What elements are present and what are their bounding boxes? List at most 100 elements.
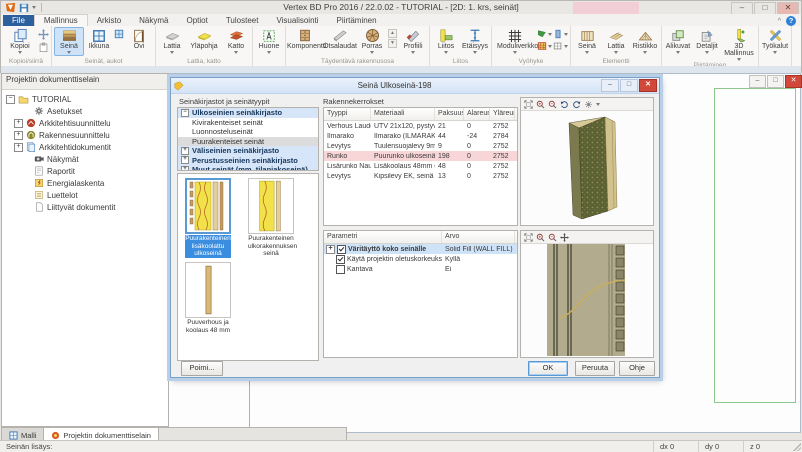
layers-table-header[interactable]: Tyyppi Materiaali Paksuus Alareuna Yläre… bbox=[324, 108, 517, 121]
komponentti-button[interactable]: Komponentti bbox=[288, 27, 322, 50]
layer-row[interactable]: LevytysKipsilevy EK, seinä ...1302752 bbox=[324, 171, 517, 181]
collapse-icon[interactable] bbox=[6, 95, 15, 104]
layer-row[interactable]: Verhous Laudoit...UTV 21x120, pystyv...2… bbox=[324, 121, 517, 131]
tree-item-arkkitehtisuunnittelu[interactable]: Arkkitehtisuunnittelu bbox=[4, 117, 166, 129]
library-item-kivirakenteiset[interactable]: Kivirakenteiset seinät bbox=[178, 118, 318, 128]
wall-type-thumbnail[interactable]: Puurakenteinen ulkorakennuksen seinä bbox=[248, 178, 294, 258]
wall-type-thumbnail[interactable]: Puurakenteinen lisäkoolattu ulkoseinä bbox=[185, 178, 231, 258]
document-restore-button[interactable]: □ bbox=[767, 75, 784, 88]
parameters-table-header[interactable]: Parametri Arvo bbox=[324, 231, 517, 244]
resize-grip[interactable] bbox=[793, 443, 801, 451]
rotate-ccw-icon[interactable] bbox=[572, 100, 581, 109]
gallery-scroll[interactable]: ▲▼ bbox=[387, 27, 398, 50]
kopioi-button[interactable]: Kopioi bbox=[3, 27, 37, 54]
render-settings-icon[interactable] bbox=[584, 100, 593, 109]
zoom-extents-icon[interactable] bbox=[524, 100, 533, 109]
porras-button[interactable]: Porras bbox=[358, 27, 386, 54]
layer-row-selected[interactable]: RunkoPuurunko ulkoseinä ...19802752 bbox=[324, 151, 517, 161]
tree-item-tutorial[interactable]: TUTORIAL bbox=[4, 93, 166, 105]
wall-3d-image[interactable] bbox=[521, 111, 653, 225]
tab-mallinnus[interactable]: Mallinnus bbox=[34, 14, 88, 26]
tree-item-raportit[interactable]: Raportit bbox=[4, 165, 166, 177]
wall-plan-image[interactable] bbox=[521, 244, 653, 357]
expand-icon[interactable] bbox=[14, 143, 23, 152]
tab-arkisto[interactable]: Arkisto bbox=[88, 15, 130, 26]
zone-block-icon[interactable] bbox=[553, 29, 563, 39]
help-icon[interactable]: ? bbox=[786, 16, 796, 26]
drawn-wall-line[interactable] bbox=[249, 377, 250, 432]
library-item-puurakenteiset[interactable]: Puurakenteiset seinät bbox=[178, 137, 318, 147]
tree-item-asetukset[interactable]: Asetukset bbox=[4, 105, 166, 117]
zoom-out-icon[interactable] bbox=[548, 233, 557, 242]
tree-item-luettelot[interactable]: Luettelot bbox=[4, 189, 166, 201]
collapse-ribbon-icon[interactable]: ^ bbox=[778, 18, 781, 25]
tyokalut-button[interactable]: Työkalut bbox=[761, 27, 789, 54]
tab-tulosteet[interactable]: Tulosteet bbox=[217, 15, 268, 26]
dialog-titlebar[interactable]: Seinä Ulkoseinä-198 – □ ✕ bbox=[171, 78, 659, 94]
dialog-minimize-button[interactable]: – bbox=[601, 79, 619, 92]
library-item-muut-seinat[interactable]: Muut seinät (mm. tilanjakoseinä) bbox=[178, 165, 318, 171]
tab-visualisointi[interactable]: Visualisointi bbox=[267, 15, 327, 26]
document-minimize-button[interactable]: – bbox=[749, 75, 766, 88]
parameter-row-kantava[interactable]: Kantava Ei bbox=[324, 264, 517, 274]
zoom-in-icon[interactable] bbox=[536, 233, 545, 242]
zone-area-icon[interactable] bbox=[537, 29, 547, 39]
document-close-button[interactable]: ✕ bbox=[785, 75, 802, 88]
expand-icon[interactable] bbox=[181, 156, 189, 164]
ovi-button[interactable]: Ovi bbox=[125, 27, 153, 50]
expand-icon[interactable] bbox=[181, 147, 189, 155]
lattia-button[interactable]: Lattia bbox=[158, 27, 186, 54]
layer-row[interactable]: Lisärunko Naula...Lisäkoolaus 48mm (...4… bbox=[324, 161, 517, 171]
parameter-row-varitaytto[interactable]: Väritäyttö koko seinälle Solid Fill (WAL… bbox=[324, 244, 517, 254]
expand-icon[interactable] bbox=[326, 245, 335, 254]
etaisyys-button[interactable]: Etäisyys bbox=[461, 27, 489, 54]
zoom-out-icon[interactable] bbox=[548, 100, 557, 109]
clipboard-icon[interactable] bbox=[38, 42, 49, 53]
katto-button[interactable]: Katto bbox=[222, 27, 250, 54]
seina-button[interactable]: Seinä bbox=[54, 27, 84, 56]
expand-icon[interactable] bbox=[181, 166, 189, 171]
expand-icon[interactable] bbox=[14, 131, 23, 140]
library-item-ulkoseinien[interactable]: Ulkoseinien seinäkirjasto bbox=[178, 108, 318, 118]
ok-button[interactable]: OK bbox=[528, 361, 568, 376]
window-small-icon[interactable] bbox=[114, 29, 124, 39]
checkbox-checked-icon[interactable] bbox=[337, 245, 346, 254]
parameter-row-oletuskorkeudet[interactable]: Käytä projektin oletuskorkeuksia Kyllä bbox=[324, 254, 517, 264]
ohje-button[interactable]: Ohje bbox=[619, 361, 655, 376]
checkbox-checked-icon[interactable] bbox=[336, 255, 345, 264]
tree-item-energialaskenta[interactable]: Energialaskenta bbox=[4, 177, 166, 189]
dialog-maximize-button[interactable]: □ bbox=[620, 79, 638, 92]
dialog-close-button[interactable]: ✕ bbox=[639, 79, 657, 92]
alikuvat-button[interactable]: Alikuvat bbox=[664, 27, 692, 54]
tab-piirtaminen[interactable]: Piirtäminen bbox=[328, 15, 386, 26]
pan-icon[interactable] bbox=[560, 233, 569, 242]
ristikko-button[interactable]: Ristikko bbox=[631, 27, 659, 54]
tree-item-arkkitehtidokumentit[interactable]: Arkkitehtidokumentit bbox=[4, 141, 166, 153]
elementti-lattia-button[interactable]: Lattia bbox=[602, 27, 630, 54]
moduliverkko-button[interactable]: Moduliverkko bbox=[494, 27, 536, 54]
tab-nakyma[interactable]: Näkymä bbox=[130, 15, 177, 26]
zone-cells-icon[interactable] bbox=[553, 41, 563, 51]
layer-row[interactable]: LevytysTuulensuojalevy 9m...902752 bbox=[324, 141, 517, 151]
zone-grid-icon[interactable] bbox=[537, 41, 547, 51]
poimi-button[interactable]: Poimi... bbox=[181, 361, 223, 376]
checkbox-unchecked-icon[interactable] bbox=[336, 265, 345, 274]
dropdown-icon[interactable] bbox=[596, 103, 600, 106]
library-item-perustusseinien[interactable]: Perustusseinien seinäkirjasto bbox=[178, 156, 318, 166]
otsalaudat-button[interactable]: Otsalaudat bbox=[323, 27, 357, 50]
library-item-valiseinien[interactable]: Väliseinien seinäkirjasto bbox=[178, 146, 318, 156]
expand-icon[interactable] bbox=[14, 119, 23, 128]
library-item-luonnostelu[interactable]: Luonnosteluseinät bbox=[178, 127, 318, 137]
zoom-in-icon[interactable] bbox=[536, 100, 545, 109]
tab-file[interactable]: File bbox=[3, 15, 34, 26]
tree-item-liittyvat-dokumentit[interactable]: Liittyvät dokumentit bbox=[4, 201, 166, 213]
ikkuna-button[interactable]: Ikkuna bbox=[85, 27, 113, 50]
3d-mallinnus-button[interactable]: 3D Mallinnus bbox=[722, 27, 756, 61]
peruuta-button[interactable]: Peruuta bbox=[575, 361, 615, 376]
ylapohja-button[interactable]: Yläpohja bbox=[187, 27, 221, 50]
wall-type-thumbnail[interactable]: Puuverhous ja koolaus 48 mm bbox=[185, 262, 231, 334]
tree-item-rakennesuunnittelu[interactable]: Rakennesuunnittelu bbox=[4, 129, 166, 141]
elementti-seina-button[interactable]: Seinä bbox=[573, 27, 601, 54]
tab-optiot[interactable]: Optiot bbox=[177, 15, 216, 26]
move-icon[interactable] bbox=[38, 29, 49, 40]
